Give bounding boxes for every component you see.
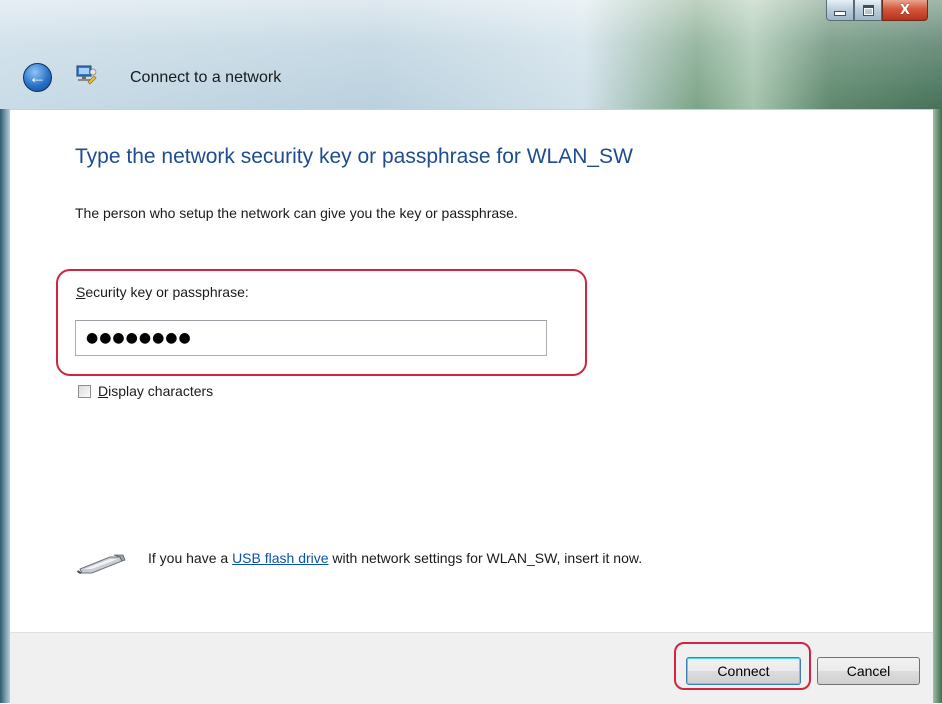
- maximize-icon: [862, 4, 874, 16]
- security-key-label: Security key or passphrase:: [76, 284, 249, 300]
- usb-text-prefix: If you have a: [148, 550, 233, 566]
- security-key-input[interactable]: ●●●●●●●●: [75, 320, 547, 356]
- window-right-border: [933, 109, 942, 703]
- security-key-label-accel: S: [76, 284, 86, 300]
- display-characters-checkbox[interactable]: [78, 384, 91, 398]
- window-controls: X: [826, 0, 928, 22]
- network-icon: [76, 65, 97, 85]
- description-text: The person who setup the network can giv…: [75, 205, 518, 221]
- cancel-button[interactable]: Cancel: [817, 657, 920, 685]
- window-left-border: [0, 109, 10, 703]
- usb-instruction: If you have a USB flash drive with netwo…: [148, 550, 642, 566]
- connect-button[interactable]: Connect: [686, 657, 801, 685]
- content-pane: Type the network security key or passphr…: [10, 109, 933, 633]
- minimize-icon: [834, 10, 846, 16]
- display-characters-accel: D: [98, 383, 109, 399]
- security-key-label-text: ecurity key or passphrase:: [85, 284, 249, 300]
- minimize-button[interactable]: [826, 0, 854, 21]
- dialog-window: X ← Connect to a network Type the networ…: [0, 0, 942, 704]
- back-button[interactable]: ←: [23, 63, 52, 92]
- usb-drive-icon: [77, 554, 126, 574]
- page-heading: Type the network security key or passphr…: [75, 145, 633, 168]
- display-characters-text: isplay characters: [108, 383, 214, 399]
- display-characters-label: Display characters: [98, 383, 213, 399]
- usb-flash-drive-link[interactable]: USB flash drive: [232, 550, 328, 566]
- window-title: Connect to a network: [130, 69, 282, 86]
- usb-text-suffix: with network settings for WLAN_SW, inser…: [328, 550, 643, 566]
- display-characters-row[interactable]: Display characters: [78, 383, 213, 399]
- close-icon: X: [899, 2, 911, 18]
- maximize-button[interactable]: [854, 0, 882, 21]
- button-bar: Connect Cancel: [10, 632, 933, 704]
- close-button[interactable]: X: [882, 0, 928, 21]
- back-arrow-icon: ←: [28, 66, 47, 87]
- title-bar: [0, 0, 942, 109]
